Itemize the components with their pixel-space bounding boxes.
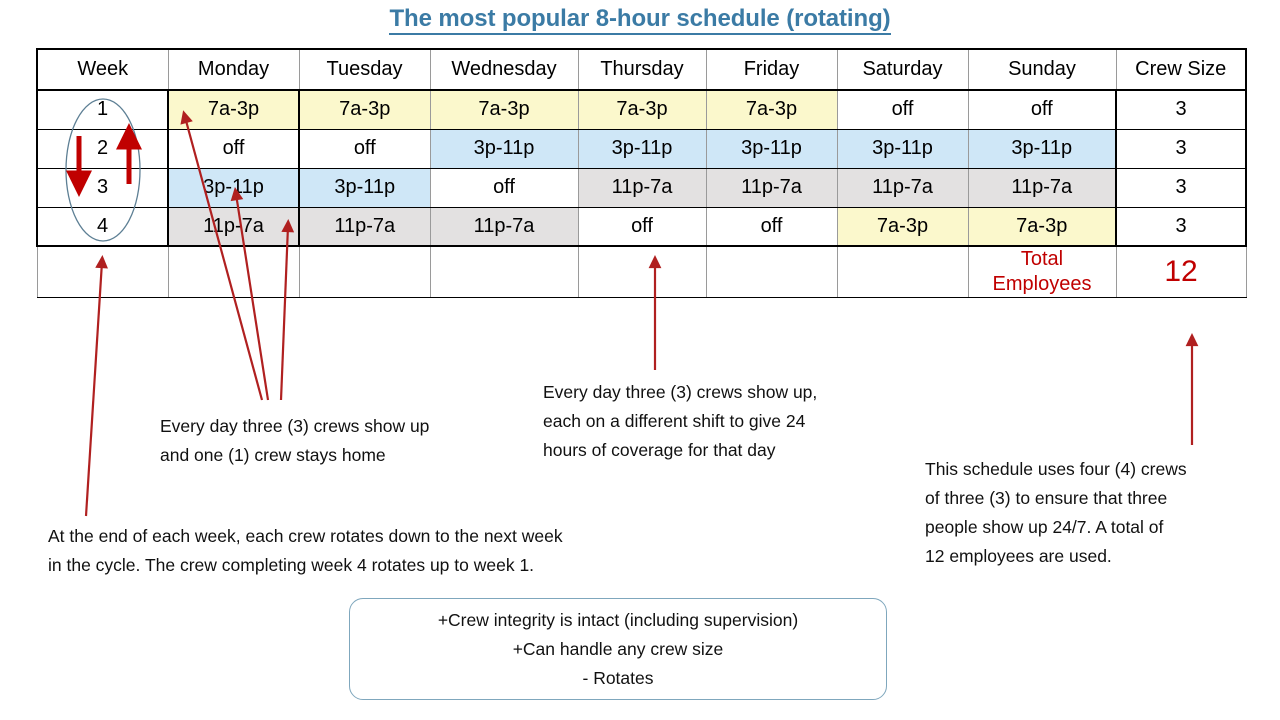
cell-shift: 7a-3p bbox=[167, 89, 300, 130]
cell-shift: off bbox=[836, 89, 969, 130]
table-row: 4 11p-7a 11p-7a 11p-7a off off 7a-3p 7a-3p 3 bbox=[36, 206, 1247, 247]
table-row: 2 off off 3p-11p 3p-11p 3p-11p 3p-11p 3p-11p 3 bbox=[36, 128, 1247, 169]
cell-shift: 3p-11p bbox=[577, 128, 707, 169]
cell-week-number: 3 bbox=[36, 167, 169, 208]
table-row: 1 7a-3p 7a-3p 7a-3p 7a-3p 7a-3p off off 3 bbox=[36, 89, 1247, 130]
cell-shift: 3p-11p bbox=[429, 128, 579, 169]
cell-shift: 11p-7a bbox=[967, 167, 1117, 208]
schedule-table: Week Monday Tuesday Wednesday Thursday F… bbox=[36, 48, 1247, 298]
column-header-week: Week bbox=[36, 48, 169, 91]
table-footer-row: Total Employees 12 bbox=[36, 245, 1247, 298]
table-header: Week Monday Tuesday Wednesday Thursday F… bbox=[36, 48, 1247, 91]
cell-shift: 3p-11p bbox=[705, 128, 838, 169]
annotation-shift-coverage: Every day three (3) crews show up, each … bbox=[543, 382, 818, 460]
slide-canvas: The most popular 8-hour schedule (rotati… bbox=[0, 0, 1280, 720]
table-body: 1 7a-3p 7a-3p 7a-3p 7a-3p 7a-3p off off 3 2 off off… bbox=[36, 89, 1247, 298]
column-header-thursday: Thursday bbox=[577, 48, 707, 91]
cell-shift: 11p-7a bbox=[705, 167, 838, 208]
cell-shift: 11p-7a bbox=[167, 206, 300, 247]
cell-shift: 3p-11p bbox=[967, 128, 1117, 169]
cell-shift: 11p-7a bbox=[577, 167, 707, 208]
cell-empty bbox=[577, 245, 707, 298]
cell-shift: 7a-3p bbox=[967, 206, 1117, 247]
pros-cons-callout: +Crew integrity is intact (including sup… bbox=[349, 598, 887, 700]
pros-line-1: +Crew integrity is intact (including sup… bbox=[437, 609, 799, 630]
cell-shift: off bbox=[167, 128, 300, 169]
cell-shift: off bbox=[298, 128, 431, 169]
cell-shift: 11p-7a bbox=[429, 206, 579, 247]
column-header-saturday: Saturday bbox=[836, 48, 969, 91]
cell-empty bbox=[836, 245, 969, 298]
cell-shift: 7a-3p bbox=[429, 89, 579, 130]
cell-crew-size: 3 bbox=[1115, 167, 1247, 208]
table-header-row: Week Monday Tuesday Wednesday Thursday F… bbox=[36, 48, 1247, 91]
table-row: 3 3p-11p 3p-11p off 11p-7a 11p-7a 11p-7a 11p-7a… bbox=[36, 167, 1247, 208]
page-title-text: The most popular 8-hour schedule (rotati… bbox=[389, 5, 891, 35]
annotation-crews-show-up: Every day three (3) crews show up and on… bbox=[160, 416, 430, 465]
cell-shift: 3p-11p bbox=[298, 167, 431, 208]
cell-shift: off bbox=[577, 206, 707, 247]
total-employees-label-line1: Total bbox=[1020, 248, 1064, 270]
cell-week-number: 2 bbox=[36, 128, 169, 169]
cell-shift: off bbox=[705, 206, 838, 247]
total-employees-label-line2: Employees bbox=[992, 273, 1092, 295]
column-header-crew-size: Crew Size bbox=[1115, 48, 1247, 91]
cell-shift: 3p-11p bbox=[167, 167, 300, 208]
column-header-wednesday: Wednesday bbox=[429, 48, 579, 91]
column-header-sunday: Sunday bbox=[967, 48, 1117, 91]
cell-shift: 7a-3p bbox=[705, 89, 838, 130]
cell-empty bbox=[36, 245, 169, 298]
cell-shift: 7a-3p bbox=[577, 89, 707, 130]
cell-empty bbox=[705, 245, 838, 298]
cell-week-number: 1 bbox=[36, 89, 169, 130]
cell-empty bbox=[429, 245, 579, 298]
annotation-schedule-uses: This schedule uses four (4) crews of thr… bbox=[925, 459, 1187, 566]
column-header-friday: Friday bbox=[705, 48, 838, 91]
cell-empty bbox=[298, 245, 431, 298]
column-header-tuesday: Tuesday bbox=[298, 48, 431, 91]
cell-shift: off bbox=[429, 167, 579, 208]
cell-shift: 3p-11p bbox=[836, 128, 969, 169]
cell-empty bbox=[167, 245, 300, 298]
pros-line-2: +Can handle any crew size bbox=[512, 638, 724, 659]
cell-shift: 7a-3p bbox=[836, 206, 969, 247]
cell-crew-size: 3 bbox=[1115, 206, 1247, 247]
total-employees-value: 12 bbox=[1115, 245, 1247, 298]
rotation-note-arrow bbox=[84, 254, 108, 517]
page-title: The most popular 8-hour schedule (rotati… bbox=[0, 5, 1280, 35]
cell-crew-size: 3 bbox=[1115, 128, 1247, 169]
annotation-rotation: At the end of each week, each crew rotat… bbox=[48, 526, 563, 575]
cell-crew-size: 3 bbox=[1115, 89, 1247, 130]
pros-line-3: - Rotates bbox=[582, 667, 654, 688]
cell-week-number: 4 bbox=[36, 206, 169, 247]
cell-shift: 11p-7a bbox=[836, 167, 969, 208]
total-employees-label: Total Employees bbox=[967, 245, 1117, 298]
cell-shift: off bbox=[967, 89, 1117, 130]
column-header-monday: Monday bbox=[167, 48, 300, 91]
cell-shift: 7a-3p bbox=[298, 89, 431, 130]
cell-shift: 11p-7a bbox=[298, 206, 431, 247]
